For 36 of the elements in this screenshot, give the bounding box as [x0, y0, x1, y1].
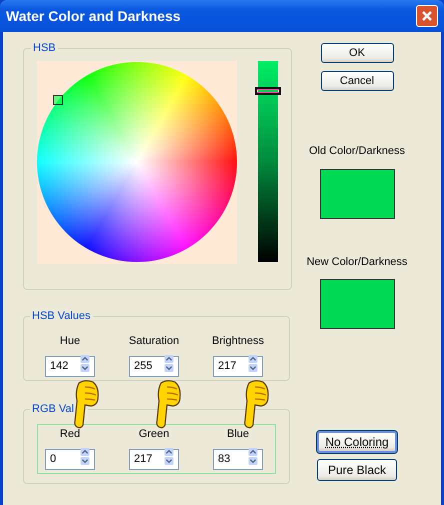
dialog-button[interactable]: No Coloring: [317, 431, 397, 453]
brightness-slider[interactable]: [258, 60, 278, 262]
spin-up-icon[interactable]: [162, 355, 176, 363]
spin-up-icon[interactable]: [78, 355, 92, 363]
field-label: Saturation: [128, 334, 180, 348]
color-wheel[interactable]: [37, 60, 237, 264]
group-label: RGB Val: [31, 402, 75, 417]
slider-thumb[interactable]: [255, 86, 281, 95]
dialog-button[interactable]: Cancel: [320, 71, 394, 91]
field-label: Red: [60, 426, 80, 442]
spin-down-icon[interactable]: [162, 364, 176, 372]
swatch-label: Old Color/Darkness: [309, 144, 405, 159]
window-title: Water Color and Darkness: [6, 6, 182, 26]
pointing-hand-icon: [153, 379, 181, 429]
spin-up-icon[interactable]: [246, 448, 260, 456]
field-label: Brightness: [212, 334, 264, 348]
spin-up-icon[interactable]: [162, 448, 176, 456]
spin-up-icon[interactable]: [246, 355, 260, 363]
spin-down-icon[interactable]: [246, 364, 260, 372]
dialog-button[interactable]: Pure Black: [317, 459, 397, 481]
close-icon: [421, 10, 433, 22]
spin-up-icon[interactable]: [78, 448, 92, 456]
spin-down-icon[interactable]: [78, 457, 92, 465]
spin-down-icon[interactable]: [162, 457, 176, 465]
group-label: HSB: [32, 41, 57, 56]
spin-down-icon[interactable]: [78, 364, 92, 372]
field-label: Blue: [226, 426, 250, 442]
dialog-button[interactable]: OK: [320, 43, 394, 63]
group-label: HSB Values: [31, 309, 92, 324]
swatch-label: New Color/Darkness: [306, 254, 408, 270]
field-label: Green: [138, 426, 170, 442]
pointing-hand-icon: [241, 379, 269, 429]
wheel-marker[interactable]: [53, 94, 63, 104]
field-label: Hue: [60, 334, 80, 348]
spin-down-icon[interactable]: [246, 457, 260, 465]
close-button[interactable]: [416, 5, 438, 27]
